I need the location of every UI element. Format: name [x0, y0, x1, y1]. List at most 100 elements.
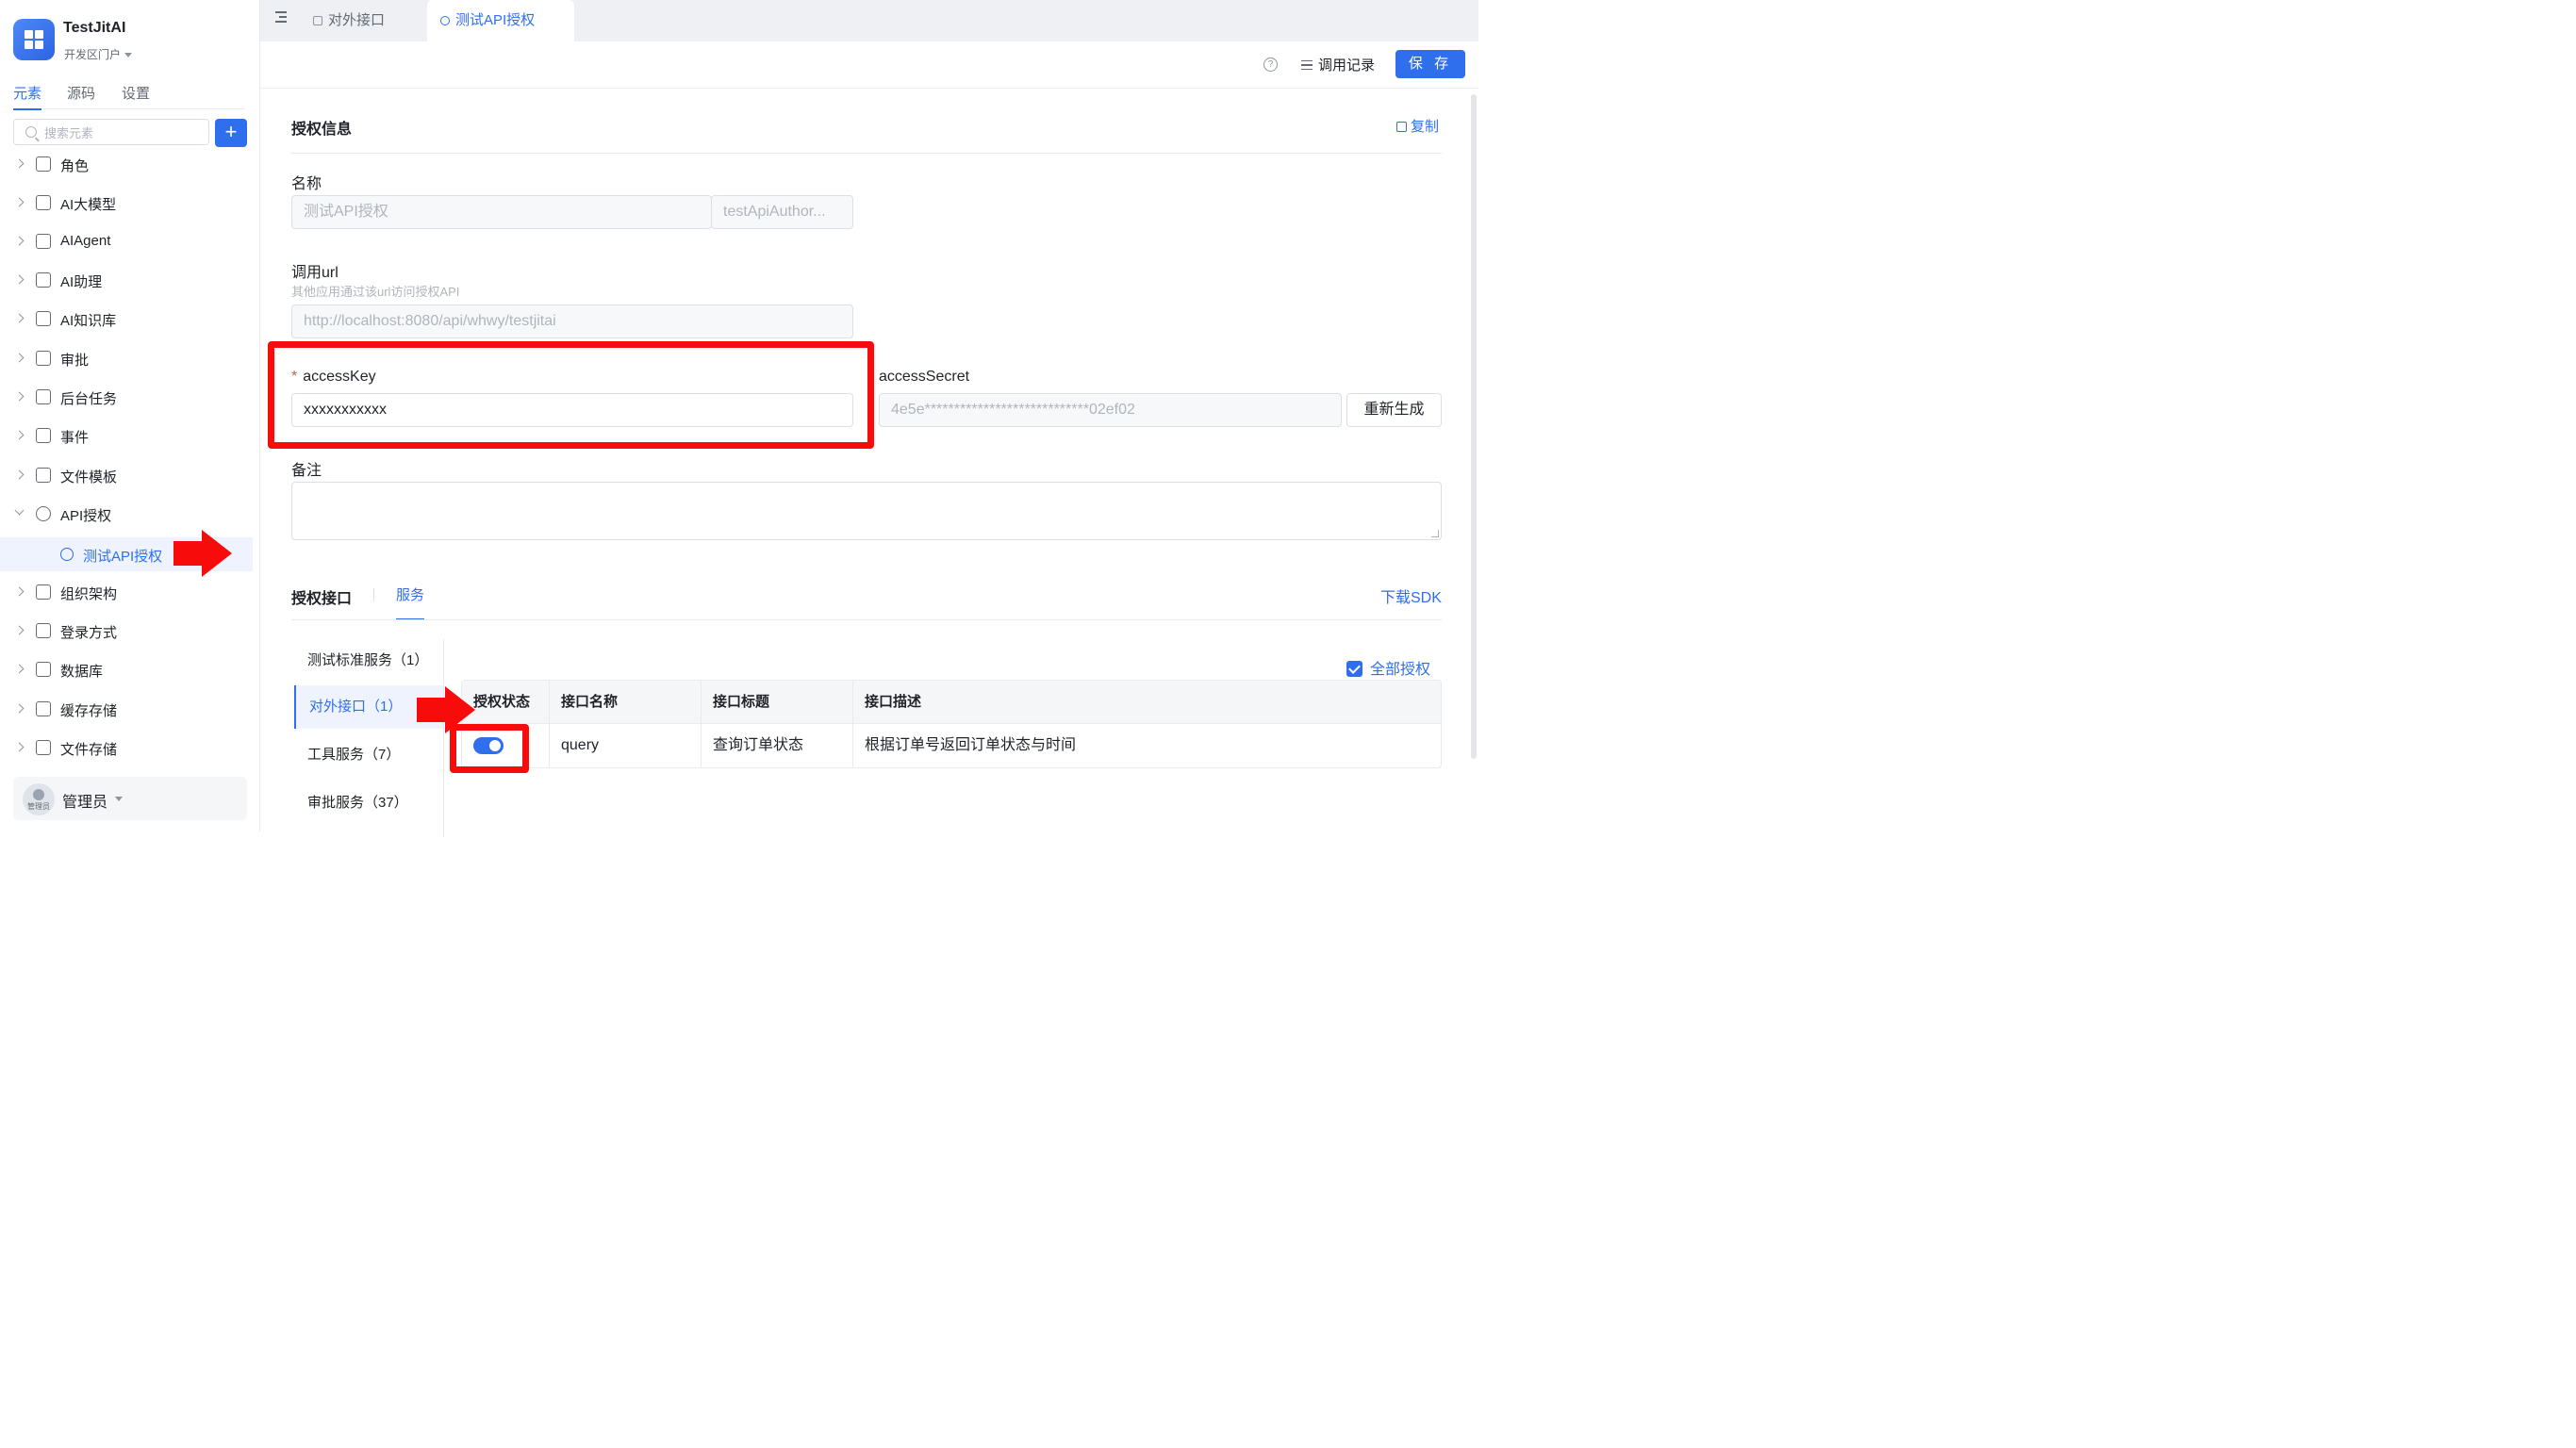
caret-down-icon	[115, 797, 123, 801]
api-title-cell: 查询订单状态	[702, 724, 853, 767]
sidebar-item-ai-assistant[interactable]: AI助理	[0, 263, 253, 297]
chevron-right-icon[interactable]	[14, 274, 25, 285]
sidebar-item-label: AI助理	[60, 274, 103, 290]
link-icon	[60, 548, 74, 561]
sidebar-item-database[interactable]: 数据库	[0, 652, 253, 686]
chevron-right-icon[interactable]	[14, 430, 25, 440]
chevron-right-icon[interactable]	[14, 197, 25, 207]
database-icon	[36, 662, 51, 677]
chevron-right-icon[interactable]	[14, 353, 25, 363]
sidebar-item-label: 数据库	[60, 664, 104, 680]
remark-textarea[interactable]	[291, 482, 1442, 540]
api-desc-cell: 根据订单号返回订单状态与时间	[865, 737, 1077, 753]
sidebar-item-label: AI知识库	[60, 313, 117, 329]
sidebar-item-ai-knowledge[interactable]: AI知识库	[0, 302, 253, 336]
app-name: TestJitAI	[63, 20, 126, 36]
org-icon	[36, 584, 51, 600]
access-secret-label: accessSecret	[879, 369, 970, 385]
table-row: query 查询订单状态 根据订单号返回订单状态与时间	[462, 724, 1441, 767]
element-search-input[interactable]	[44, 124, 205, 141]
tab-api-interface[interactable]: 对外接口	[313, 0, 426, 41]
tab-source[interactable]: 源码	[67, 83, 95, 109]
sidebar-item-org[interactable]: 组织架构	[0, 575, 253, 609]
annotation-arrow-sidebar	[173, 530, 232, 577]
service-item[interactable]: 工具服务（7）	[294, 733, 443, 777]
sidebar-item-file-storage[interactable]: 文件存储	[0, 731, 253, 765]
name-key-field: testApiAuthor...	[711, 195, 853, 229]
sidebar-item-label: 组织架构	[60, 586, 118, 602]
sidebar-item-ai-agent[interactable]: AIAgent	[0, 224, 253, 258]
save-button[interactable]: 保 存	[1395, 50, 1465, 78]
divider	[373, 588, 374, 601]
tab-bar: 对外接口 测试API授权	[260, 0, 1478, 41]
chevron-right-icon[interactable]	[14, 703, 25, 714]
chevron-right-icon[interactable]	[14, 158, 25, 169]
chevron-right-icon[interactable]	[14, 391, 25, 402]
sidebar-item-label: 角色	[60, 158, 90, 174]
copy-icon	[1396, 122, 1407, 132]
chevron-right-icon[interactable]	[14, 664, 25, 674]
sidebar-item-label: 事件	[60, 430, 90, 446]
column-header: 接口描述	[865, 694, 922, 710]
auth-info-title: 授权信息	[291, 122, 353, 138]
chevron-right-icon[interactable]	[14, 742, 25, 752]
element-search[interactable]	[13, 119, 209, 145]
api-section-title: 授权接口	[291, 591, 353, 607]
sidebar-item-role[interactable]: 角色	[0, 147, 253, 181]
tab-services[interactable]: 服务	[396, 584, 425, 620]
sidebar: TestJitAI 开发区门户 元素 源码 设置 + 角色 AI大模型 AIAg…	[0, 0, 260, 831]
link-icon	[36, 506, 51, 521]
cube-icon	[36, 195, 51, 210]
service-item[interactable]: 测试标准服务（1）	[294, 639, 443, 683]
chevron-right-icon[interactable]	[14, 586, 25, 597]
copy-button[interactable]: 复制	[1396, 116, 1439, 136]
tab-settings[interactable]: 设置	[122, 83, 150, 109]
sidebar-item-label: 审批	[60, 353, 90, 369]
portal-selector[interactable]: 开发区门户	[64, 46, 133, 62]
chevron-right-icon[interactable]	[14, 236, 25, 246]
sidebar-item-label: 缓存存储	[60, 703, 118, 719]
authorize-all-checkbox[interactable]: 全部授权	[1346, 656, 1430, 679]
stamp-icon	[36, 351, 51, 366]
search-icon	[25, 126, 37, 138]
file-template-icon	[36, 468, 51, 483]
remark-label: 备注	[291, 463, 322, 479]
role-icon	[36, 156, 51, 172]
download-sdk-link[interactable]: 下载SDK	[1380, 584, 1442, 607]
chevron-down-icon[interactable]	[14, 505, 25, 516]
sidebar-item-background-task[interactable]: 后台任务	[0, 380, 253, 414]
help-icon[interactable]: ?	[1263, 58, 1278, 72]
task-icon	[36, 389, 51, 404]
sidebar-item-event[interactable]: 事件	[0, 419, 253, 452]
sidebar-item-approval[interactable]: 审批	[0, 341, 253, 375]
tab-test-api-auth[interactable]: 测试API授权	[427, 0, 574, 41]
scrollbar[interactable]	[1471, 94, 1477, 759]
tab-label: 对外接口	[328, 12, 386, 28]
chevron-right-icon[interactable]	[14, 625, 25, 635]
access-secret-field: 4e5e****************************02ef02	[879, 393, 1342, 427]
filter-icon	[1301, 60, 1313, 70]
annotation-arrow-table	[417, 686, 475, 733]
sidebar-item-label: 测试API授权	[83, 549, 163, 565]
chevron-right-icon[interactable]	[14, 469, 25, 480]
sidebar-item-file-template[interactable]: 文件模板	[0, 458, 253, 492]
sidebar-item-ai-model[interactable]: AI大模型	[0, 186, 253, 220]
add-element-button[interactable]: +	[215, 119, 247, 147]
tab-label: 测试API授权	[455, 12, 536, 28]
collapse-sidebar-icon[interactable]	[272, 11, 287, 25]
sidebar-item-cache[interactable]: 缓存存储	[0, 692, 253, 726]
url-field: http://localhost:8080/api/whwy/testjitai	[291, 304, 853, 338]
regenerate-button[interactable]: 重新生成	[1346, 393, 1442, 427]
chevron-right-icon[interactable]	[14, 313, 25, 323]
link-icon	[440, 16, 450, 25]
divider	[291, 153, 1442, 154]
sidebar-item-api-auth[interactable]: API授权	[0, 497, 253, 531]
user-menu[interactable]: 管理员 管理员	[13, 777, 247, 820]
divider	[443, 639, 444, 837]
call-log-button[interactable]: 调用记录	[1301, 55, 1375, 74]
sidebar-item-login[interactable]: 登录方式	[0, 614, 253, 648]
login-icon	[36, 623, 51, 638]
tab-elements[interactable]: 元素	[13, 83, 42, 110]
service-item[interactable]: 审批服务（37）	[294, 782, 443, 825]
toolbar: ? 调用记录 保 存	[260, 41, 1478, 89]
